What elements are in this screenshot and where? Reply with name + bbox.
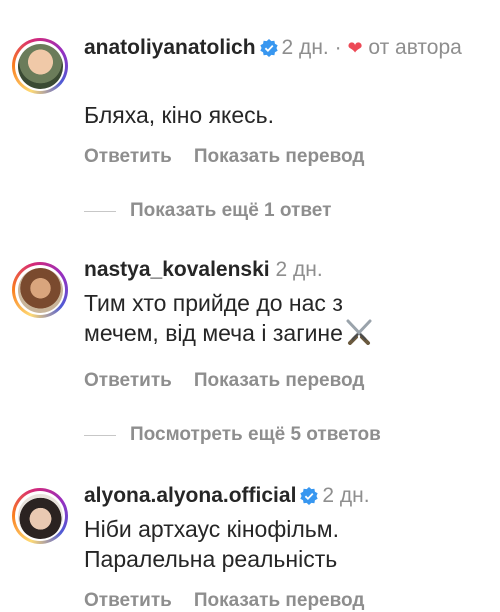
- reply-button[interactable]: Ответить: [84, 590, 172, 611]
- comment-actions: Ответить Показать перевод: [84, 146, 386, 168]
- comment-text-line: Ніби артхаус кінофільм.: [84, 516, 339, 542]
- comment-actions: Ответить Показать перевод: [84, 370, 386, 392]
- comment-text: Бляха, кіно якесь.: [84, 102, 275, 128]
- avatar-photo: [17, 493, 63, 539]
- avatar[interactable]: [12, 488, 68, 544]
- view-more-replies-label: Посмотреть ещё 5 ответов: [130, 424, 381, 445]
- show-translation-button[interactable]: Показать перевод: [194, 590, 365, 611]
- show-more-replies-label: Показать ещё 1 ответ: [130, 200, 332, 221]
- view-more-replies-button[interactable]: Посмотреть ещё 5 ответов: [84, 424, 381, 446]
- crossed-swords-icon: [345, 319, 373, 352]
- comment-header: nastya_kovalenski 2 дн.: [84, 256, 323, 284]
- username-link[interactable]: anatoliyanatolich: [84, 36, 256, 59]
- verified-badge-icon: [259, 37, 278, 65]
- show-more-replies-button[interactable]: Показать ещё 1 ответ: [84, 200, 331, 222]
- comment-time: 2 дн.: [275, 258, 323, 281]
- avatar-photo: [17, 267, 63, 313]
- show-translation-button[interactable]: Показать перевод: [194, 146, 365, 167]
- show-translation-button[interactable]: Показать перевод: [194, 370, 365, 391]
- avatar[interactable]: [12, 262, 68, 318]
- comment-header: anatoliyanatolich 2 дн. · ❤ от автора: [84, 34, 462, 65]
- heart-icon: ❤: [347, 38, 363, 58]
- reply-button[interactable]: Ответить: [84, 146, 172, 167]
- username-link[interactable]: alyona.alyona.official: [84, 484, 296, 507]
- divider-line: [84, 210, 116, 212]
- comment-text: Ніби артхаус кінофільм. Паралельна реаль…: [84, 514, 339, 574]
- avatar-photo: [17, 43, 63, 89]
- verified-badge-icon: [300, 485, 319, 513]
- comment-text: Тим хто прийде до нас з мечем, від меча …: [84, 288, 373, 352]
- comment-text-line: мечем, від меча і загине: [84, 318, 373, 352]
- divider-line: [84, 434, 116, 436]
- comment-text-line: Паралельна реальність: [84, 546, 338, 572]
- reply-button[interactable]: Ответить: [84, 370, 172, 391]
- comment-actions: Ответить Показать перевод: [84, 590, 386, 612]
- comment-text-line: Тим хто прийде до нас з: [84, 290, 343, 316]
- comment-header: alyona.alyona.official 2 дн.: [84, 482, 370, 513]
- comment-time: 2 дн.: [281, 36, 329, 59]
- liked-by-author-label: от автора: [368, 36, 462, 59]
- separator: ·: [334, 36, 342, 59]
- avatar[interactable]: [12, 38, 68, 94]
- comment-time: 2 дн.: [322, 484, 370, 507]
- username-link[interactable]: nastya_kovalenski: [84, 258, 270, 281]
